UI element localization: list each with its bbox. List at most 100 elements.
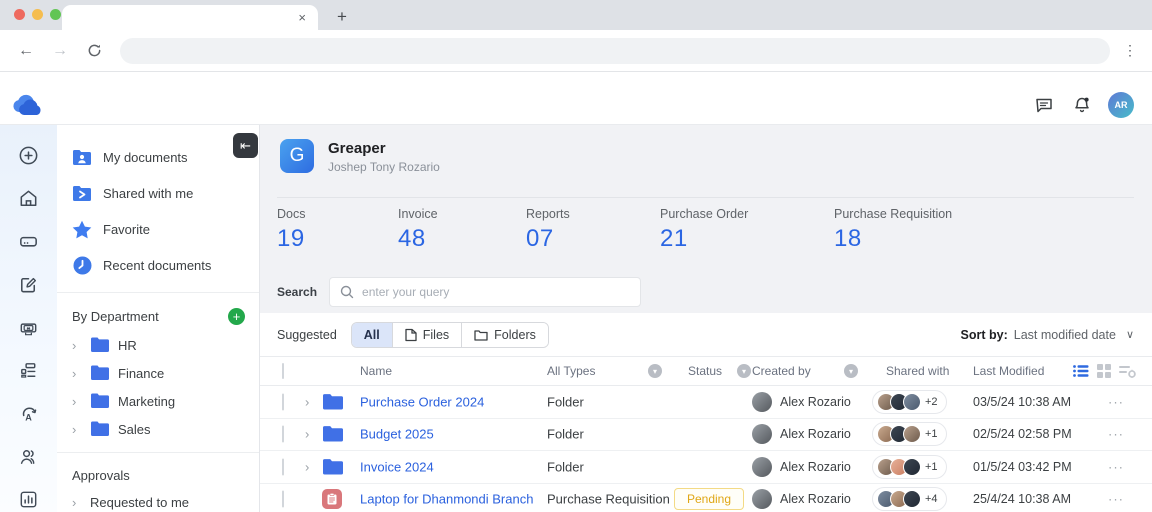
select-all-checkbox[interactable] bbox=[282, 363, 284, 379]
user-avatar[interactable]: AR bbox=[1108, 92, 1134, 118]
tab-all[interactable]: All bbox=[351, 322, 393, 347]
table-row[interactable]: › Invoice 2024 Folder Alex Rozario +1 01… bbox=[260, 451, 1152, 484]
stat-invoice: Invoice 48 bbox=[398, 207, 438, 253]
tab-folders[interactable]: Folders bbox=[462, 322, 548, 347]
expand-chevron-icon[interactable]: › bbox=[72, 338, 82, 353]
type-sort-icon[interactable]: ▾ bbox=[648, 364, 662, 378]
app-body: A ⇤ My documents Shared with me Favorite… bbox=[0, 125, 1152, 512]
new-tab-button[interactable]: + bbox=[330, 5, 354, 29]
compose-document-icon[interactable] bbox=[17, 272, 41, 296]
row-checkbox[interactable] bbox=[282, 393, 284, 411]
reload-icon[interactable] bbox=[80, 37, 108, 65]
app-logo-cloud-icon[interactable] bbox=[9, 92, 45, 118]
browser-menu-icon[interactable]: ⋮ bbox=[1120, 37, 1140, 65]
row-menu-icon[interactable]: ··· bbox=[1108, 492, 1124, 507]
column-created-by[interactable]: Created by bbox=[752, 364, 811, 378]
column-type[interactable]: All Types bbox=[547, 364, 595, 378]
file-type: Folder bbox=[547, 394, 584, 410]
nav-item-recent-documents[interactable]: Recent documents bbox=[57, 247, 259, 283]
row-checkbox[interactable] bbox=[282, 458, 284, 476]
nav-item-favorite[interactable]: Favorite bbox=[57, 211, 259, 247]
row-menu-icon[interactable]: ··· bbox=[1108, 394, 1124, 409]
search-label: Search bbox=[277, 285, 318, 299]
row-expand-icon[interactable]: › bbox=[305, 459, 309, 474]
filter-settings-icon[interactable] bbox=[1119, 364, 1136, 378]
tree-item-marketing[interactable]: › Marketing bbox=[57, 387, 259, 415]
row-checkbox[interactable] bbox=[282, 490, 284, 508]
create-new-icon[interactable] bbox=[17, 143, 41, 167]
expand-chevron-icon[interactable]: › bbox=[72, 422, 82, 437]
sort-control[interactable]: Sort by: Last modified date ∨ bbox=[961, 328, 1134, 342]
row-menu-icon[interactable]: ··· bbox=[1108, 427, 1124, 442]
file-type: Purchase Requisition bbox=[547, 491, 670, 507]
expand-chevron-icon[interactable]: › bbox=[72, 394, 82, 409]
expand-chevron-icon[interactable]: › bbox=[72, 366, 82, 381]
tab-files[interactable]: Files bbox=[392, 322, 463, 347]
column-shared-with[interactable]: Shared with bbox=[886, 364, 949, 378]
favorite-star-icon bbox=[72, 219, 92, 239]
status-sort-icon[interactable]: ▾ bbox=[737, 364, 751, 378]
tree-item-finance[interactable]: › Finance bbox=[57, 359, 259, 387]
file-name-link[interactable]: Laptop for Dhanmondi Branch bbox=[360, 492, 533, 507]
back-icon[interactable]: ← bbox=[12, 37, 40, 65]
tree-item-sales[interactable]: › Sales bbox=[57, 415, 259, 443]
task-board-icon[interactable] bbox=[17, 358, 41, 382]
row-menu-icon[interactable]: ··· bbox=[1108, 459, 1124, 474]
browser-tab[interactable]: × bbox=[62, 5, 318, 30]
shared-with-avatars[interactable]: +1 bbox=[872, 422, 947, 447]
notifications-bell-icon[interactable] bbox=[1070, 93, 1094, 117]
window-zoom-button[interactable] bbox=[50, 9, 61, 20]
created-sort-icon[interactable]: ▾ bbox=[844, 364, 858, 378]
my-documents-folder-icon bbox=[72, 147, 92, 167]
shared-overflow-count: +4 bbox=[925, 493, 938, 506]
print-export-icon[interactable] bbox=[17, 315, 41, 339]
nav-item-shared-with-me[interactable]: Shared with me bbox=[57, 175, 259, 211]
window-close-button[interactable] bbox=[14, 9, 25, 20]
table-row[interactable]: › Purchase Order 2024 Folder Alex Rozari… bbox=[260, 386, 1152, 419]
file-name-link[interactable]: Invoice 2024 bbox=[360, 459, 434, 474]
section-title: By Department bbox=[72, 309, 159, 324]
list-view-icon[interactable] bbox=[1073, 364, 1089, 378]
tree-item-hr[interactable]: › HR bbox=[57, 331, 259, 359]
rename-auto-icon[interactable]: A bbox=[17, 401, 41, 425]
stat-value: 48 bbox=[398, 225, 426, 252]
last-modified: 03/5/24 10:38 AM bbox=[973, 394, 1071, 409]
row-checkbox[interactable] bbox=[282, 425, 284, 443]
row-expand-icon[interactable]: › bbox=[305, 394, 309, 409]
analytics-icon[interactable] bbox=[17, 487, 41, 511]
address-bar[interactable] bbox=[120, 37, 1110, 64]
add-department-icon[interactable]: + bbox=[228, 308, 245, 325]
expand-chevron-icon[interactable]: › bbox=[72, 495, 82, 510]
file-name-link[interactable]: Purchase Order 2024 bbox=[360, 394, 484, 409]
team-members-icon[interactable] bbox=[17, 444, 41, 468]
tree-item-requested[interactable]: › Requested to me bbox=[57, 489, 259, 512]
column-last-modified[interactable]: Last Modified bbox=[973, 364, 1044, 378]
tab-close-icon[interactable]: × bbox=[298, 11, 306, 24]
last-modified: 02/5/24 02:58 PM bbox=[973, 427, 1072, 442]
sort-value: Last modified date bbox=[1013, 327, 1116, 342]
forward-icon[interactable]: → bbox=[46, 37, 74, 65]
home-icon[interactable] bbox=[17, 186, 41, 210]
app-header-actions: AR bbox=[1032, 92, 1134, 118]
shared-with-avatars[interactable]: +1 bbox=[872, 454, 947, 479]
shared-with-avatars[interactable]: +2 bbox=[872, 389, 947, 414]
divider bbox=[57, 452, 259, 453]
row-expand-icon[interactable]: › bbox=[305, 427, 309, 442]
table-row[interactable]: › Budget 2025 Folder Alex Rozario +1 02/… bbox=[260, 419, 1152, 451]
table-row[interactable]: Laptop for Dhanmondi Branch Purchase Req… bbox=[260, 484, 1152, 512]
search-input[interactable] bbox=[362, 285, 631, 299]
shared-with-avatars[interactable]: +4 bbox=[872, 487, 947, 512]
collapse-sidebar-icon[interactable]: ⇤ bbox=[233, 133, 258, 158]
comments-icon[interactable] bbox=[1032, 93, 1056, 117]
folder-icon bbox=[90, 365, 110, 381]
window-minimize-button[interactable] bbox=[32, 9, 43, 20]
tab-label: Folders bbox=[494, 327, 536, 342]
nav-item-my-documents[interactable]: My documents bbox=[57, 139, 259, 175]
storage-drive-icon[interactable] bbox=[17, 229, 41, 253]
column-name[interactable]: Name bbox=[360, 364, 392, 378]
file-name-link[interactable]: Budget 2025 bbox=[360, 427, 434, 442]
column-status[interactable]: Status bbox=[688, 364, 722, 378]
avatar bbox=[752, 489, 772, 510]
grid-view-icon[interactable] bbox=[1097, 364, 1111, 378]
avatar bbox=[903, 392, 921, 411]
